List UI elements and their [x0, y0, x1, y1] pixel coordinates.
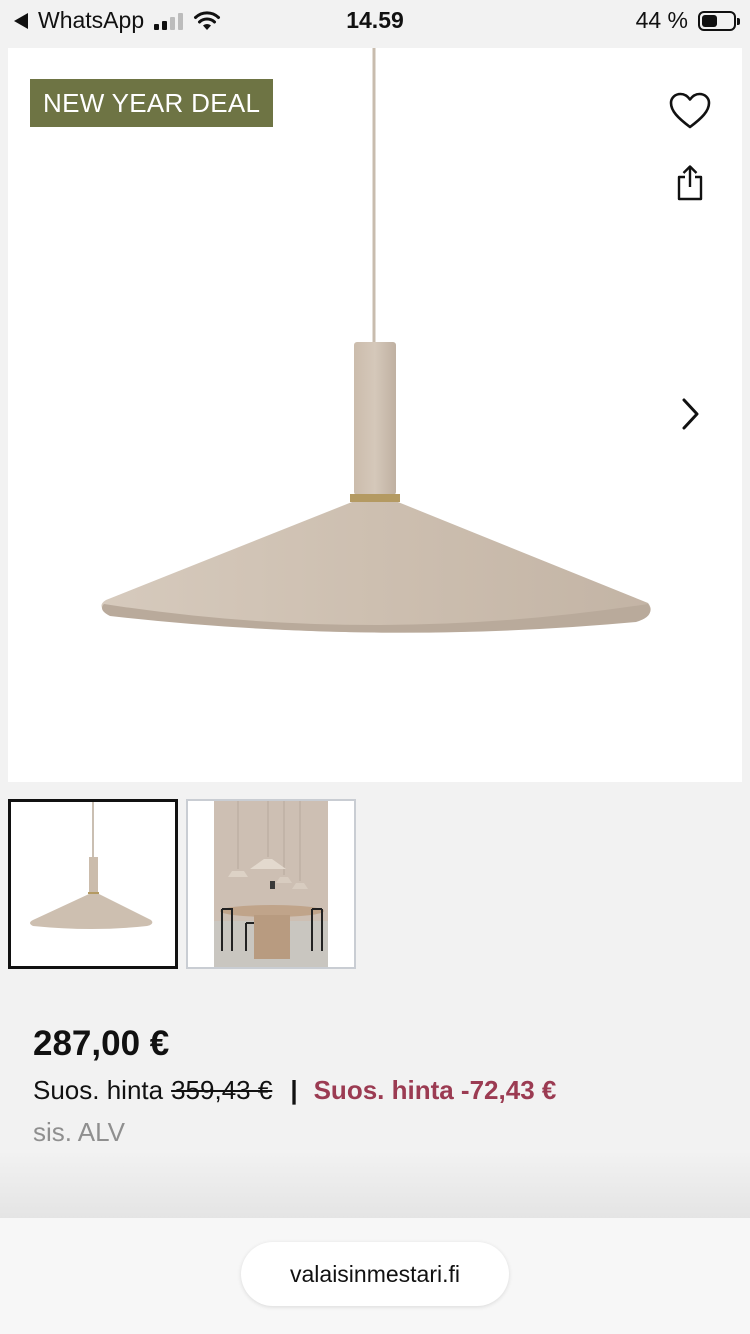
battery-status: 44 %: [635, 7, 740, 34]
thumbnail-lamp-image: [11, 802, 175, 966]
browser-bottom-bar: valaisinmestari.fi: [0, 1218, 750, 1334]
vat-note: sis. ALV: [33, 1117, 126, 1147]
recommended-price-label: Suos. hinta: [33, 1075, 164, 1105]
status-bar: WhatsApp 14.59 44 %: [0, 0, 750, 42]
recommended-price-line: Suos. hinta 359,43 € | Suos. hinta -72,4…: [33, 1075, 556, 1106]
new-year-deal-badge: NEW YEAR DEAL: [30, 79, 274, 127]
heart-icon[interactable]: [668, 91, 712, 131]
old-price: 359,43 €: [171, 1075, 273, 1105]
pendant-lamp-image: [101, 48, 651, 633]
price-separator: |: [290, 1075, 298, 1105]
product-image-main[interactable]: NEW YEAR DEAL: [8, 48, 742, 782]
content-fade: [0, 1150, 750, 1220]
thumbnail-lamp[interactable]: [8, 799, 178, 969]
discount-amount: Suos. hinta -72,43 €: [313, 1075, 557, 1105]
battery-icon: [698, 10, 740, 31]
thumbnail-dining-room-image: [188, 801, 354, 967]
share-icon[interactable]: [674, 164, 706, 202]
thumbnail-dining-room[interactable]: [186, 799, 356, 969]
current-price: 287,00 €: [33, 1024, 170, 1063]
address-bar[interactable]: valaisinmestari.fi: [241, 1242, 509, 1306]
chevron-right-icon[interactable]: [678, 396, 704, 432]
battery-percent: 44 %: [635, 7, 688, 33]
